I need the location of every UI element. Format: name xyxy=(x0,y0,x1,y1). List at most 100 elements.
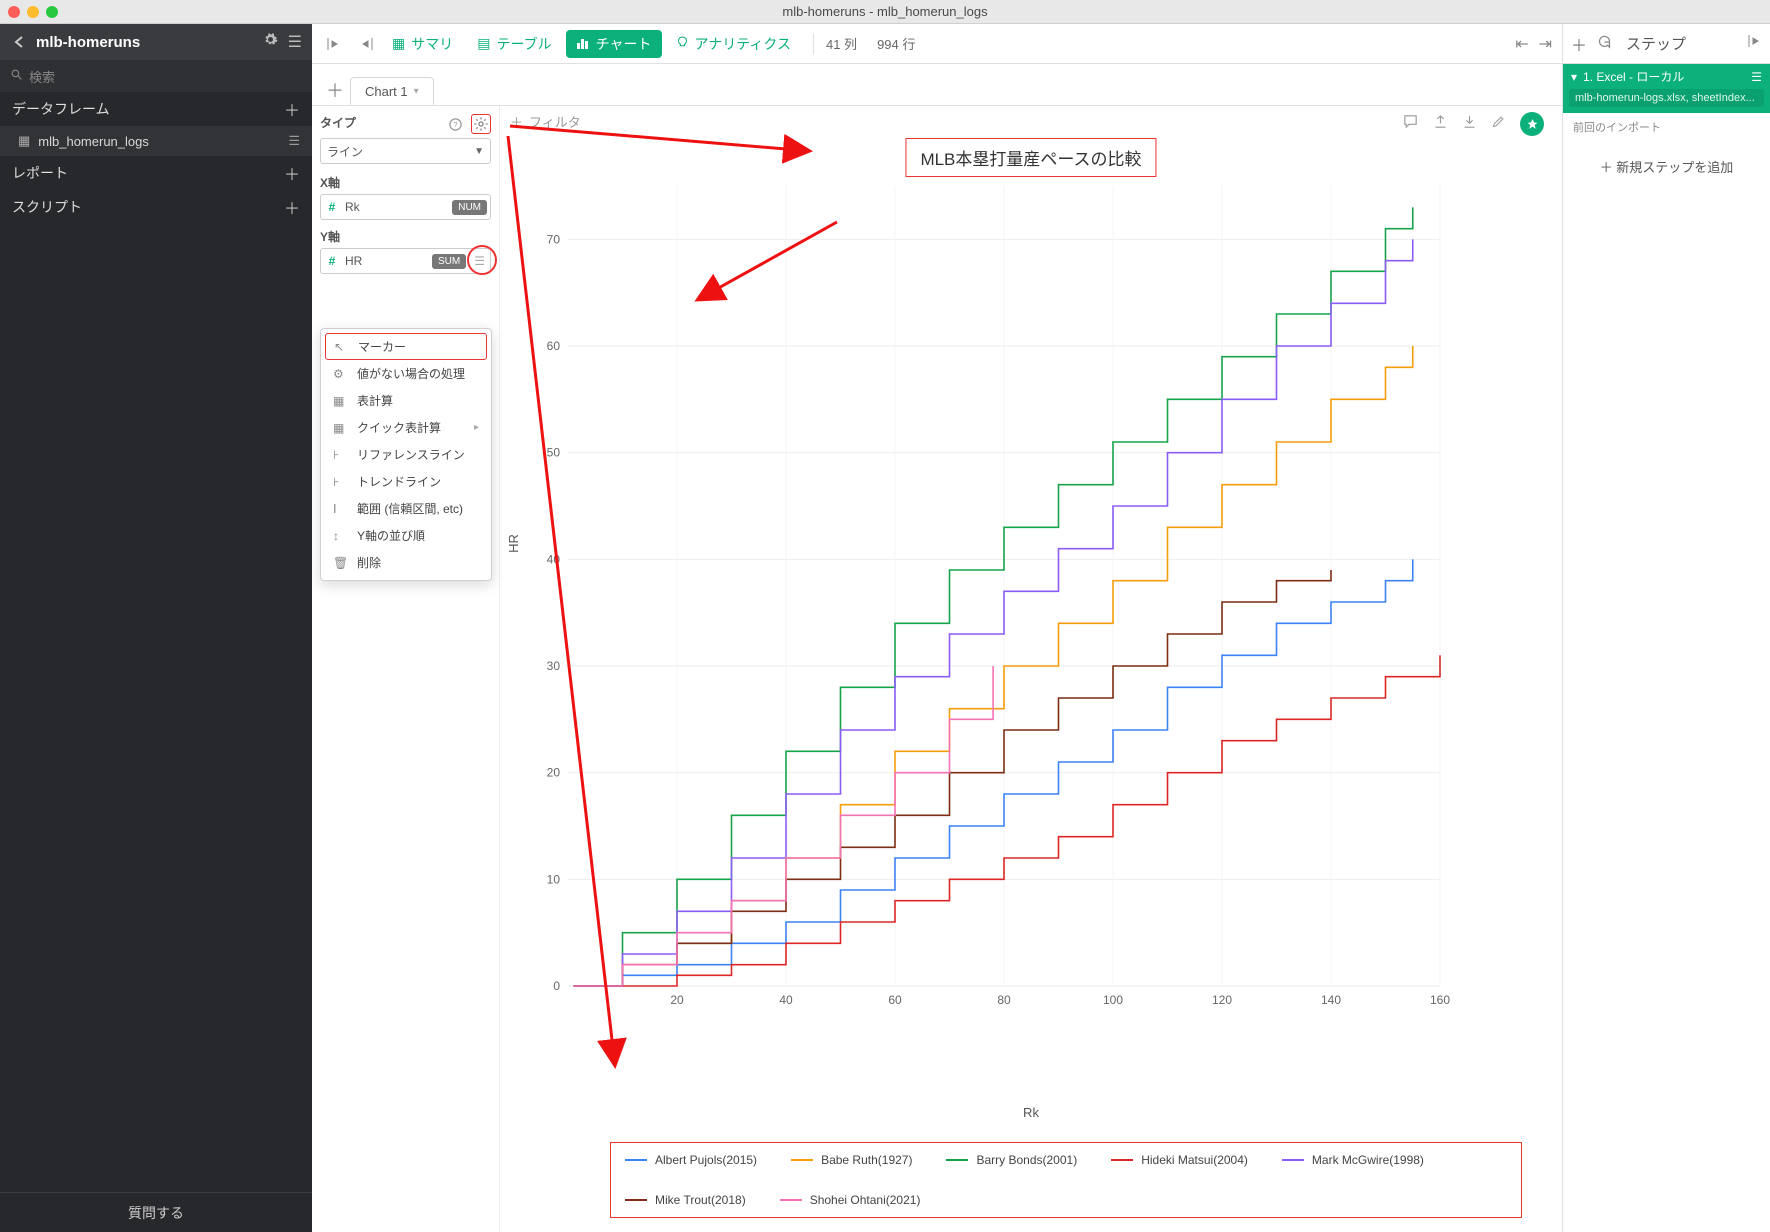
chart-tab-bar: ＋ Chart 1 ▾ xyxy=(312,64,1562,106)
tab-analytics[interactable]: アナリティクス xyxy=(666,30,801,58)
menu-missing[interactable]: ⚙値がない場合の処理 xyxy=(321,360,491,387)
add-step-button[interactable]: ＋ 新規ステップを追加 xyxy=(1563,141,1770,192)
legend-item[interactable]: Shohei Ohtani(2021) xyxy=(780,1193,921,1207)
help-icon[interactable]: ? xyxy=(445,114,465,134)
item-menu-icon[interactable]: ☰ xyxy=(288,133,300,149)
chevron-down-icon: ▾ xyxy=(1571,70,1577,84)
svg-text:120: 120 xyxy=(1212,993,1232,1007)
menu-refline[interactable]: ⊦リファレンスライン xyxy=(321,441,491,468)
collapse-right-icon[interactable] xyxy=(352,31,378,57)
tab-summary[interactable]: ▦ サマリ xyxy=(382,30,463,58)
menu-delete[interactable]: 🗑削除 xyxy=(321,549,491,576)
dataframe-item[interactable]: ▦ mlb_homerun_logs ☰ xyxy=(0,126,312,156)
search-icon xyxy=(10,68,23,84)
sidebar-search[interactable]: 検索 xyxy=(0,60,312,92)
section-report[interactable]: レポート ＋ xyxy=(0,156,312,190)
plus-icon[interactable]: ＋ xyxy=(284,195,300,219)
cursor-icon: ↖ xyxy=(334,340,348,354)
tab-table[interactable]: ▤ テーブル xyxy=(467,30,561,58)
menu-item-label: トレンドライン xyxy=(357,473,441,490)
section-script[interactable]: スクリプト ＋ xyxy=(0,190,312,224)
menu-marker[interactable]: ↖ マーカー xyxy=(325,333,487,360)
plus-icon[interactable]: ＋ xyxy=(1571,32,1587,56)
collapse-left-icon[interactable] xyxy=(322,31,348,57)
download-icon[interactable] xyxy=(1462,113,1477,135)
plus-icon[interactable]: ＋ xyxy=(284,161,300,185)
refresh-icon[interactable] xyxy=(1597,34,1612,54)
steps-label: ステップ xyxy=(1626,33,1686,54)
section-dataframe[interactable]: データフレーム ＋ xyxy=(0,92,312,126)
y-pill-menu-icon[interactable]: ☰ xyxy=(469,254,490,268)
minimize-window-icon[interactable] xyxy=(27,6,39,18)
collapse-icon[interactable] xyxy=(1748,34,1762,53)
search-placeholder: 検索 xyxy=(29,67,55,86)
menu-trend[interactable]: ⊦トレンドライン xyxy=(321,468,491,495)
legend-item[interactable]: Barry Bonds(2001) xyxy=(946,1153,1077,1167)
x-axis-pill[interactable]: # Rk NUM xyxy=(320,194,491,220)
add-chart-tab[interactable]: ＋ xyxy=(320,75,350,105)
plus-icon[interactable]: ＋ xyxy=(284,97,300,121)
step-menu-icon[interactable]: ☰ xyxy=(1751,70,1762,84)
menu-tablecalc[interactable]: ▦表計算 xyxy=(321,387,491,414)
project-name: mlb-homeruns xyxy=(36,34,263,51)
window-title: mlb-homeruns - mlb_homerun_logs xyxy=(782,4,987,19)
legend-item[interactable]: Albert Pujols(2015) xyxy=(625,1153,757,1167)
bulb-icon xyxy=(676,35,689,53)
step-title: 1. Excel - ローカル xyxy=(1583,68,1684,85)
comment-icon[interactable] xyxy=(1402,113,1419,135)
legend-item[interactable]: Hideki Matsui(2004) xyxy=(1111,1153,1248,1167)
menu-icon[interactable]: ☰ xyxy=(288,32,302,52)
svg-text:70: 70 xyxy=(547,232,561,246)
main-pane: ▦ サマリ ▤ テーブル チャート アナリティクス 41 列 xyxy=(312,24,1562,1232)
goto-end-icon[interactable]: ⇥ xyxy=(1539,34,1552,54)
y-axis-pill[interactable]: # HR SUM ☰ xyxy=(320,248,491,274)
chart-type-select[interactable]: ライン ▼ xyxy=(320,138,491,164)
zoom-window-icon[interactable] xyxy=(46,6,58,18)
chart-config-panel: タイプ ? ライン ▼ X軸 # xyxy=(312,106,500,1232)
filter-button[interactable]: ＋ フィルタ xyxy=(510,112,581,131)
y-axis-title: HR xyxy=(506,534,521,553)
y-field-name: HR xyxy=(343,254,432,268)
svg-text:60: 60 xyxy=(547,339,561,353)
filter-label: フィルタ xyxy=(529,112,581,131)
tab-chart[interactable]: チャート xyxy=(566,30,662,58)
menu-item-label: 範囲 (信頼区間, etc) xyxy=(357,500,463,517)
edit-icon[interactable] xyxy=(1491,114,1506,134)
chart-canvas: ＋ フィルタ xyxy=(500,106,1562,1232)
chart-legend: Albert Pujols(2015) Babe Ruth(1927) Barry … xyxy=(610,1142,1522,1218)
sidebar-footer[interactable]: 質問する xyxy=(0,1192,312,1232)
legend-item[interactable]: Mike Trout(2018) xyxy=(625,1193,746,1207)
menu-sort[interactable]: ↕Y軸の並び順 xyxy=(321,522,491,549)
step-source-chip[interactable]: mlb-homerun-logs.xlsx, sheetIndex... xyxy=(1569,89,1764,107)
add-step-label: 新規ステップを追加 xyxy=(1616,160,1733,175)
back-icon[interactable] xyxy=(10,36,28,48)
svg-text:30: 30 xyxy=(547,659,561,673)
svg-text:60: 60 xyxy=(888,993,902,1007)
left-sidebar: mlb-homeruns ☰ 検索 データフレーム ＋ ▦ mlb_homeru… xyxy=(0,24,312,1232)
x-agg-badge: NUM xyxy=(452,200,487,215)
chart-tab-1[interactable]: Chart 1 ▾ xyxy=(350,77,434,105)
step-card-1[interactable]: ▾ 1. Excel - ローカル ☰ mlb-homerun-logs.xls… xyxy=(1563,64,1770,113)
plus-icon: ＋ xyxy=(1600,160,1617,175)
upload-icon[interactable] xyxy=(1433,113,1448,135)
chevron-down-icon[interactable]: ▾ xyxy=(414,86,419,97)
legend-label: Barry Bonds(2001) xyxy=(976,1153,1077,1167)
legend-label: Mike Trout(2018) xyxy=(655,1193,746,1207)
gear-icon[interactable] xyxy=(263,32,278,52)
pin-icon[interactable] xyxy=(1520,112,1544,136)
menu-quickcalc[interactable]: ▦クイック表計算▸ xyxy=(321,414,491,441)
table-icon: ▦ xyxy=(18,133,30,149)
legend-item[interactable]: Babe Ruth(1927) xyxy=(791,1153,912,1167)
goto-start-icon[interactable]: ⇤ xyxy=(1515,34,1528,54)
svg-text:40: 40 xyxy=(547,552,561,566)
menu-range[interactable]: Ⅰ範囲 (信頼区間, etc) xyxy=(321,495,491,522)
close-window-icon[interactable] xyxy=(8,6,20,18)
table-icon: ▤ xyxy=(477,35,490,52)
y-axis-context-menu: ↖ マーカー ⚙値がない場合の処理 ▦表計算 ▦クイック表計算▸ ⊦リファレンス… xyxy=(320,328,492,581)
svg-text:40: 40 xyxy=(779,993,793,1007)
legend-swatch xyxy=(791,1159,813,1161)
svg-text:100: 100 xyxy=(1103,993,1123,1007)
legend-item[interactable]: Mark McGwire(1998) xyxy=(1282,1153,1424,1167)
section-label: スクリプト xyxy=(12,197,82,217)
chart-settings-gear-icon[interactable] xyxy=(471,114,491,134)
